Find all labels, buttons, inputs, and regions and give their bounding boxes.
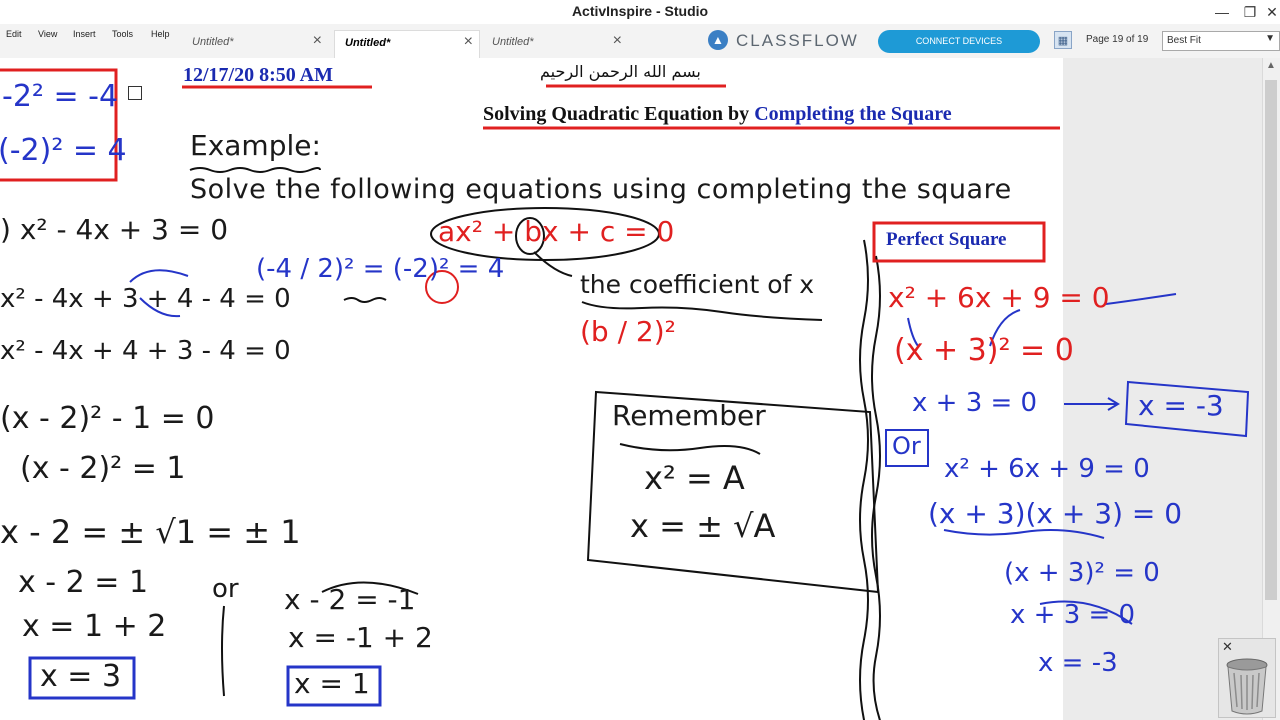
slide-date: 12/17/20 8:50 AM	[183, 64, 333, 86]
alt-step-2: x = -1 + 2	[288, 621, 433, 654]
or-label-left: or	[212, 574, 239, 604]
basmala-text: بسم الله الرحمن الرحيم	[540, 62, 701, 81]
step-2: x² - 4x + 3 + 4 - 4 = 0	[0, 284, 291, 314]
blue-underline	[943, 529, 1105, 539]
perfect-answer: x = -3	[1138, 389, 1224, 422]
remember-line-2: x = ± √A	[630, 507, 776, 545]
alt-step-1: x - 2 = -1	[284, 583, 416, 616]
step-3: x² - 4x + 4 + 3 - 4 = 0	[0, 336, 291, 366]
step-6: x - 2 = ± √1 = ± 1	[0, 513, 301, 551]
lesson-title-highlight: Completing the Square	[754, 103, 952, 125]
perfect-eq-2: (x + 3)² = 0	[894, 333, 1074, 368]
step-1: ) x² - 4x + 3 = 0	[0, 213, 229, 246]
step-8: x = 1 + 2	[22, 609, 167, 644]
alt-step-3: x = 1	[294, 667, 370, 700]
step-5: (x - 2)² = 1	[20, 451, 186, 486]
or-line	[221, 605, 225, 697]
perfect-eq-5: (x + 3)(x + 3) = 0	[928, 497, 1183, 530]
b-arrow	[533, 251, 573, 277]
remember-line-1: x² = A	[644, 459, 745, 497]
example-underline	[189, 167, 321, 173]
close-icon[interactable]: ✕	[1222, 639, 1233, 655]
lesson-title-prefix: Solving Quadratic Equation by	[483, 103, 755, 125]
perfect-eq-7: x + 3 = 0	[1010, 600, 1136, 630]
perfect-eq-4: x² + 6x + 9 = 0	[944, 454, 1150, 484]
squiggle-underline	[343, 297, 387, 303]
perfect-eq-6: (x + 3)² = 0	[1004, 558, 1160, 588]
step-7: x - 2 = 1	[18, 565, 149, 600]
left-box-line-1: -2² = -4	[2, 79, 119, 114]
lesson-title: Solving Quadratic Equation by Completing…	[483, 103, 952, 126]
perfect-eq-1: x² + 6x + 9 = 0	[888, 281, 1110, 314]
half-coefficient: (-4 / 2)² = (-2)² = 4	[256, 254, 505, 284]
perfect-eq-8: x = -3	[1038, 648, 1118, 678]
general-form: ax² + bx + c = 0	[438, 215, 675, 248]
selection-handle[interactable]	[128, 86, 142, 100]
left-box-line-2: (-2)² = 4	[0, 133, 127, 168]
remember-underline	[619, 443, 761, 455]
perfect-eq-3: x + 3 = 0	[912, 388, 1038, 418]
trash-icon[interactable]	[1224, 655, 1270, 715]
coefficient-note: the coefficient of x	[580, 270, 815, 299]
arrow-stroke	[1105, 293, 1177, 305]
instruction-text: Solve the following equations using comp…	[190, 174, 1012, 205]
step-4: (x - 2)² - 1 = 0	[0, 401, 215, 436]
step-9: x = 3	[40, 659, 122, 694]
or-label-right: Or	[892, 432, 921, 460]
perfect-square-label: Perfect Square	[886, 229, 1007, 250]
blue-arrow-1	[129, 269, 189, 283]
b-over-2: (b / 2)²	[580, 315, 676, 348]
remember-label: Remember	[612, 399, 766, 432]
example-label: Example:	[190, 129, 321, 162]
